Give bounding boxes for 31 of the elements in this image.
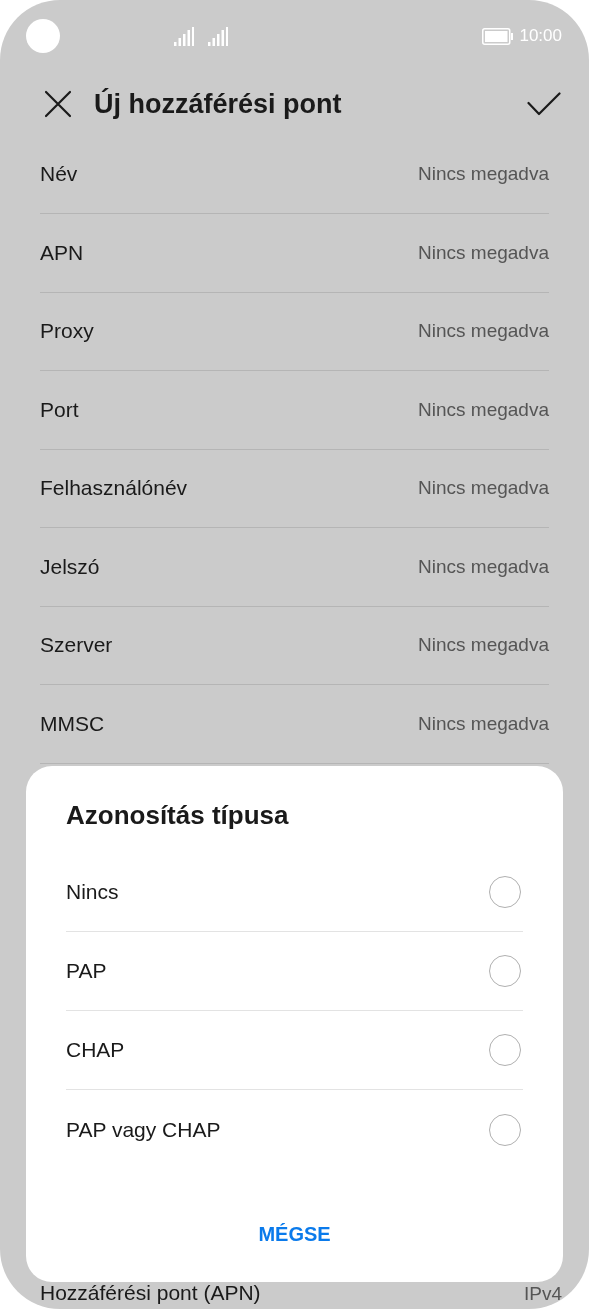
setting-value: Nincs megadva xyxy=(418,712,549,735)
option-label[interactable]: CHAP xyxy=(66,1038,125,1062)
setting-value: Nincs megadva xyxy=(418,163,549,186)
setting-value: Nincs megadva xyxy=(418,634,549,657)
setting-label[interactable]: Szerver xyxy=(40,633,113,658)
setting-label[interactable]: Felhasználónév xyxy=(40,476,188,501)
setting-label[interactable]: Proxy xyxy=(40,319,94,344)
setting-label[interactable]: APN xyxy=(40,240,84,265)
cancel-button[interactable]: MÉGSE xyxy=(246,1217,343,1252)
camera-hole xyxy=(26,19,60,53)
screen-title: Új hozzáférési pont xyxy=(94,88,343,120)
setting-label[interactable]: Hozzáférési pont (APN) xyxy=(40,1281,261,1305)
signal-icon xyxy=(208,26,228,46)
setting-value: Nincs megadva xyxy=(418,241,549,264)
battery-icon xyxy=(482,27,514,45)
setting-label[interactable]: Port xyxy=(40,397,79,422)
setting-value: IPv4 xyxy=(523,1283,562,1305)
checkmark-icon[interactable] xyxy=(527,92,561,116)
setting-value: Nincs megadva xyxy=(418,320,549,343)
option-label[interactable]: PAP xyxy=(66,959,107,983)
signal-icon xyxy=(174,26,194,46)
option-label[interactable]: PAP vagy CHAP xyxy=(66,1117,221,1142)
setting-value: Nincs megadva xyxy=(418,477,549,500)
close-icon[interactable] xyxy=(44,90,72,118)
setting-value: Nincs megadva xyxy=(418,555,549,578)
setting-label[interactable]: Név xyxy=(40,162,78,187)
setting-label[interactable]: MMSC xyxy=(40,711,105,736)
option-label[interactable]: Nincs xyxy=(66,880,119,904)
dialog-title: Azonosítás típusa xyxy=(66,800,290,831)
setting-label[interactable]: Jelszó xyxy=(40,554,100,579)
setting-value: Nincs megadva xyxy=(418,398,549,421)
